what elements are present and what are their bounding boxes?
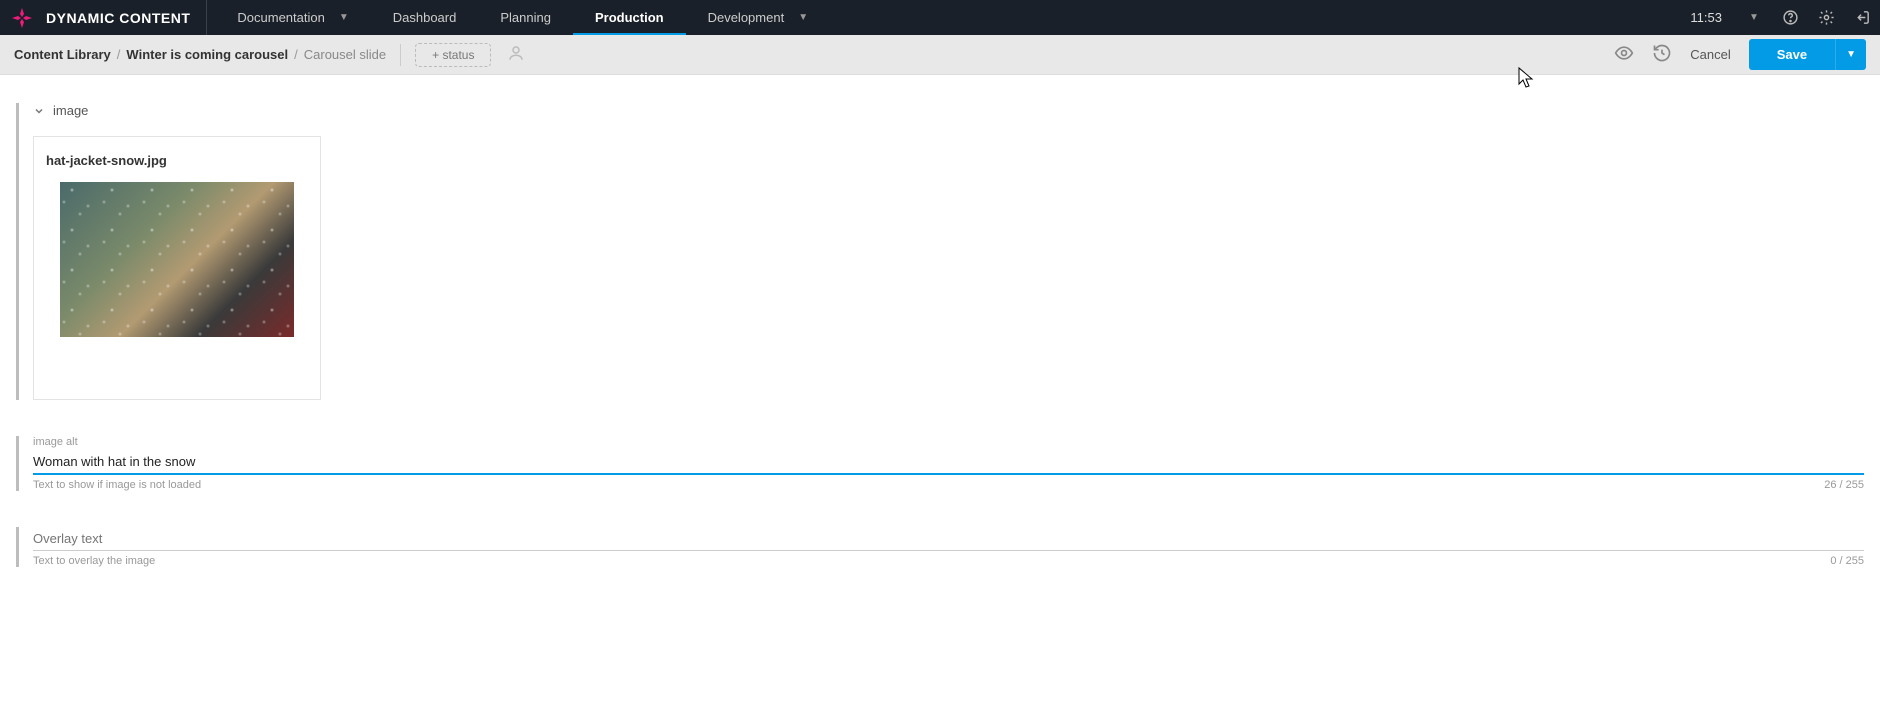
- subheader: Content Library / Winter is coming carou…: [0, 35, 1880, 75]
- nav-planning[interactable]: Planning: [478, 0, 573, 35]
- section-image: image hat-jacket-snow.jpg: [16, 103, 1864, 400]
- clock-dropdown[interactable]: ▼: [1736, 0, 1772, 35]
- history-icon: [1652, 43, 1672, 63]
- add-status-button[interactable]: + status: [415, 43, 491, 67]
- logout-button[interactable]: [1844, 0, 1880, 35]
- clock: 11:53: [1676, 10, 1736, 25]
- breadcrumb-mid[interactable]: Winter is coming carousel: [126, 47, 288, 62]
- nav-development[interactable]: Development ▼: [686, 0, 831, 35]
- save-button[interactable]: Save: [1749, 39, 1835, 70]
- logo-icon: [10, 6, 34, 30]
- media-filename: hat-jacket-snow.jpg: [46, 153, 308, 168]
- divider: [400, 44, 401, 66]
- editor-body: image hat-jacket-snow.jpg image alt Text…: [0, 75, 1880, 633]
- image-alt-input[interactable]: [33, 450, 1864, 475]
- assignee-button[interactable]: [507, 44, 525, 65]
- help-icon: [1782, 9, 1799, 26]
- nav-label: Dashboard: [393, 10, 457, 25]
- nav-production[interactable]: Production: [573, 0, 686, 35]
- breadcrumb-leaf: Carousel slide: [304, 47, 386, 62]
- breadcrumb-sep: /: [117, 47, 121, 62]
- chevron-down-icon: ▼: [1846, 49, 1856, 60]
- field-help: Text to show if image is not loaded: [33, 479, 201, 491]
- nav-documentation[interactable]: Documentation ▼: [215, 0, 370, 35]
- eye-icon: [1614, 43, 1634, 63]
- history-button[interactable]: [1652, 43, 1672, 66]
- nav-dashboard[interactable]: Dashboard: [371, 0, 479, 35]
- field-label: image alt: [33, 436, 1864, 448]
- logout-icon: [1854, 9, 1871, 26]
- field-counter: 0 / 255: [1830, 555, 1864, 567]
- chevron-down-icon: ▼: [339, 12, 349, 23]
- settings-button[interactable]: [1808, 0, 1844, 35]
- logo-block[interactable]: DYNAMIC CONTENT: [0, 0, 207, 35]
- overlay-text-input[interactable]: [33, 527, 1864, 551]
- media-thumbnail: [60, 182, 294, 337]
- nav-label: Production: [595, 10, 664, 25]
- section-overlay-text: Text to overlay the image 0 / 255: [16, 527, 1864, 567]
- breadcrumb: Content Library / Winter is coming carou…: [14, 47, 386, 62]
- chevron-down-icon: ▼: [798, 12, 808, 23]
- help-button[interactable]: [1772, 0, 1808, 35]
- field-help: Text to overlay the image: [33, 555, 155, 567]
- breadcrumb-sep: /: [294, 47, 298, 62]
- field-counter: 26 / 255: [1824, 479, 1864, 491]
- section-image-alt: image alt Text to show if image is not l…: [16, 436, 1864, 491]
- breadcrumb-root[interactable]: Content Library: [14, 47, 111, 62]
- gear-icon: [1818, 9, 1835, 26]
- chevron-down-icon: ▼: [1749, 12, 1759, 23]
- section-image-toggle[interactable]: image: [33, 103, 1864, 118]
- nav-label: Documentation: [237, 10, 324, 25]
- user-icon: [507, 44, 525, 62]
- top-nav: DYNAMIC CONTENT Documentation ▼ Dashboar…: [0, 0, 1880, 35]
- preview-button[interactable]: [1614, 43, 1634, 66]
- brand-name: DYNAMIC CONTENT: [46, 10, 190, 26]
- cancel-button[interactable]: Cancel: [1690, 47, 1730, 62]
- nav-label: Development: [708, 10, 785, 25]
- save-dropdown[interactable]: ▼: [1835, 39, 1866, 70]
- nav-label: Planning: [500, 10, 551, 25]
- media-card[interactable]: hat-jacket-snow.jpg: [33, 136, 321, 400]
- chevron-down-icon: [33, 105, 45, 117]
- section-title: image: [53, 103, 88, 118]
